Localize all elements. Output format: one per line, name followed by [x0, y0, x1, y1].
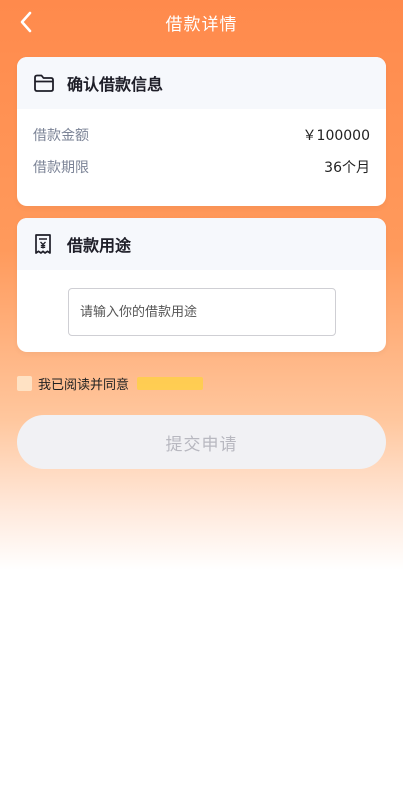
- loan-purpose-card: 借款用途: [17, 218, 386, 352]
- loan-info-title: 确认借款信息: [67, 75, 164, 94]
- loan-term-label: 借款期限: [33, 160, 89, 176]
- app-header: 借款详情: [0, 0, 403, 44]
- loan-term-row: 借款期限 36个月: [17, 151, 386, 183]
- submit-button[interactable]: 提交申请: [17, 415, 386, 469]
- loan-purpose-title: 借款用途: [67, 236, 132, 255]
- loan-amount-value: ￥100000: [302, 128, 370, 144]
- back-button[interactable]: [14, 10, 38, 34]
- page-title: 借款详情: [165, 14, 238, 35]
- agreement-link[interactable]: [137, 376, 204, 390]
- loan-amount-row: 借款金额 ￥100000: [17, 119, 386, 151]
- agreement-text: 我已阅读并同意: [38, 377, 130, 393]
- chevron-left-icon: [20, 11, 32, 33]
- loan-amount-label: 借款金额: [33, 128, 89, 144]
- loan-term-value: 36个月: [324, 160, 370, 176]
- loan-purpose-header: 借款用途: [17, 218, 386, 270]
- loan-info-header: 确认借款信息: [17, 57, 386, 109]
- agree-checkbox[interactable]: [17, 375, 32, 391]
- agreement-row: 我已阅读并同意: [17, 374, 204, 393]
- loan-purpose-input[interactable]: [68, 288, 336, 336]
- folder-icon: [33, 72, 55, 94]
- receipt-icon: [33, 233, 55, 255]
- loan-info-card: 确认借款信息 借款金额 ￥100000 借款期限 36个月: [17, 57, 386, 206]
